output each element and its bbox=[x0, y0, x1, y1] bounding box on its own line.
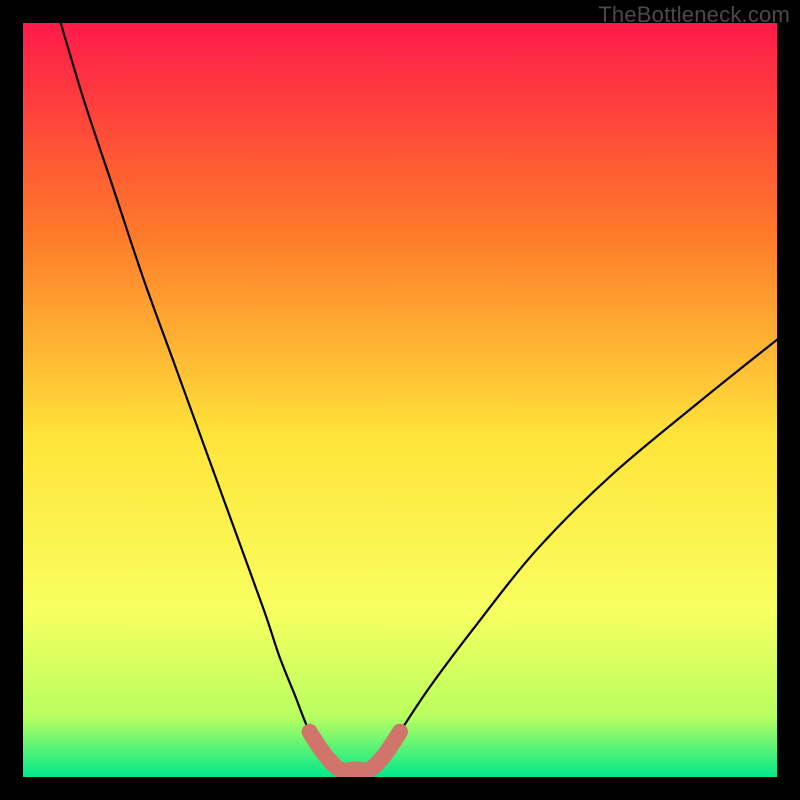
watermark-text: TheBottleneck.com bbox=[598, 2, 790, 28]
gradient-background bbox=[23, 23, 777, 777]
bottleneck-chart bbox=[23, 23, 777, 777]
plot-area bbox=[23, 23, 777, 777]
chart-frame: TheBottleneck.com bbox=[0, 0, 800, 800]
